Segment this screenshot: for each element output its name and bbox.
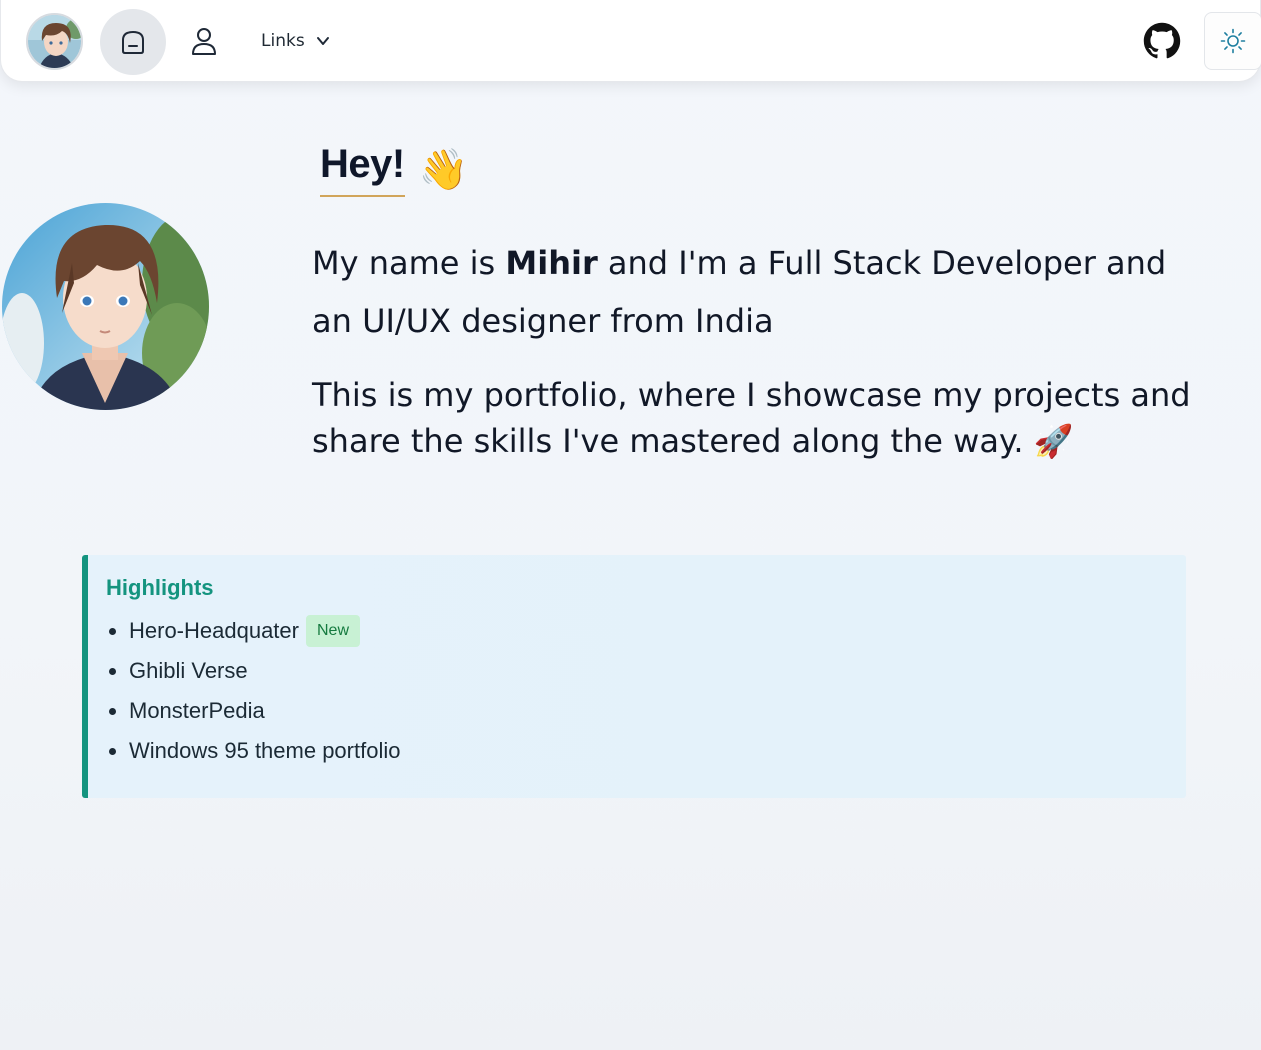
links-label: Links	[261, 31, 305, 51]
rocket-emoji: 🚀	[1033, 422, 1074, 460]
portfolio-paragraph: This is my portfolio, where I showcase m…	[312, 372, 1212, 464]
highlight-item-label: Hero-Headquater	[129, 618, 299, 643]
name-highlight: Mihir	[505, 244, 598, 282]
home-icon	[122, 30, 144, 54]
home-button[interactable]	[100, 9, 166, 75]
highlights-title: Highlights	[106, 575, 214, 600]
nav-avatar[interactable]	[26, 13, 83, 70]
highlight-item-label: MonsterPedia	[129, 698, 265, 723]
highlight-item[interactable]: Hero-Headquater New	[106, 611, 1186, 651]
greeting-heading: Hey!	[320, 142, 405, 197]
github-icon	[1143, 22, 1181, 59]
user-icon	[192, 28, 216, 55]
highlight-item[interactable]: Ghibli Verse	[106, 651, 1186, 691]
highlights-callout: Highlights Hero-Headquater New Ghibli Ve…	[82, 555, 1186, 798]
highlight-item[interactable]: Windows 95 theme portfolio	[106, 731, 1186, 771]
sun-icon	[1220, 28, 1246, 54]
intro-before: My name is	[312, 244, 506, 282]
highlight-item[interactable]: MonsterPedia	[106, 691, 1186, 731]
navbar: Links	[0, 0, 1261, 82]
intro-paragraph: My name is Mihir and I'm a Full Stack De…	[312, 234, 1212, 350]
highlights-list: Hero-Headquater New Ghibli Verse Monster…	[106, 611, 1186, 771]
highlight-item-label: Windows 95 theme portfolio	[129, 738, 401, 763]
highlight-item-label: Ghibli Verse	[129, 658, 248, 683]
avatar-image	[28, 15, 81, 68]
wave-emoji: 👋	[418, 146, 469, 193]
greeting: Hey! 👋	[320, 142, 469, 197]
new-badge: New	[305, 615, 360, 647]
links-dropdown[interactable]: Links	[253, 24, 339, 58]
about-button[interactable]	[185, 22, 223, 60]
chevron-down-icon	[316, 37, 329, 45]
github-link[interactable]	[1141, 20, 1183, 62]
theme-toggle-button[interactable]	[1204, 12, 1261, 70]
profile-photo	[2, 203, 209, 410]
profile-illustration	[2, 203, 209, 410]
